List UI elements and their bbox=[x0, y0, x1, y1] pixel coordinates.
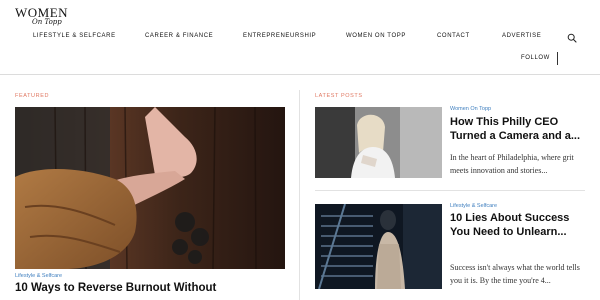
post-2-category-link[interactable]: Lifestyle & Selfcare bbox=[450, 203, 497, 209]
search-icon[interactable] bbox=[567, 33, 577, 43]
logo-tagline: On Topp bbox=[32, 18, 62, 26]
post-1-photo bbox=[315, 107, 442, 178]
post-1-excerpt: In the heart of Philadelphia, where grit… bbox=[450, 153, 574, 175]
post-thumbnail-1[interactable] bbox=[315, 107, 442, 178]
follow-divider bbox=[557, 52, 558, 65]
column-divider bbox=[299, 90, 300, 300]
nav-item-lifestyle-selfcare[interactable]: LIFESTYLE & SELFCARE bbox=[33, 33, 116, 39]
featured-post-title[interactable]: 10 Ways to Reverse Burnout Without bbox=[15, 282, 216, 294]
header-divider bbox=[0, 74, 600, 75]
main-nav: LIFESTYLE & SELFCARE CAREER & FINANCE EN… bbox=[0, 33, 600, 43]
featured-category-link[interactable]: Lifestyle & Selfcare bbox=[15, 273, 62, 279]
post-2-title[interactable]: 10 Lies About Success You Need to Unlear… bbox=[450, 211, 590, 239]
follow-button[interactable]: FOLLOW bbox=[521, 55, 550, 61]
featured-photo bbox=[15, 107, 285, 269]
featured-image[interactable] bbox=[15, 107, 285, 269]
post-thumbnail-2[interactable] bbox=[315, 204, 442, 289]
featured-section-label: FEATURED bbox=[15, 93, 50, 99]
nav-item-entrepreneurship[interactable]: ENTREPRENEURSHIP bbox=[243, 33, 316, 39]
post-2-photo bbox=[315, 204, 442, 289]
nav-item-women-on-topp[interactable]: WOMEN ON TOPP bbox=[346, 33, 406, 39]
site-logo[interactable]: WOMEN On Topp bbox=[15, 5, 75, 31]
post-1-category-link[interactable]: Women On Topp bbox=[450, 106, 491, 112]
post-1-title[interactable]: How This Philly CEO Turned a Camera and … bbox=[450, 115, 590, 143]
nav-item-advertise[interactable]: ADVERTISE bbox=[502, 33, 541, 39]
nav-item-career-finance[interactable]: CAREER & FINANCE bbox=[145, 33, 213, 39]
latest-posts-section-label: LATEST POSTS bbox=[315, 93, 363, 99]
post-2-excerpt: Success isn't always what the world tell… bbox=[450, 263, 580, 285]
post-divider bbox=[315, 190, 585, 191]
nav-item-contact[interactable]: CONTACT bbox=[437, 33, 470, 39]
